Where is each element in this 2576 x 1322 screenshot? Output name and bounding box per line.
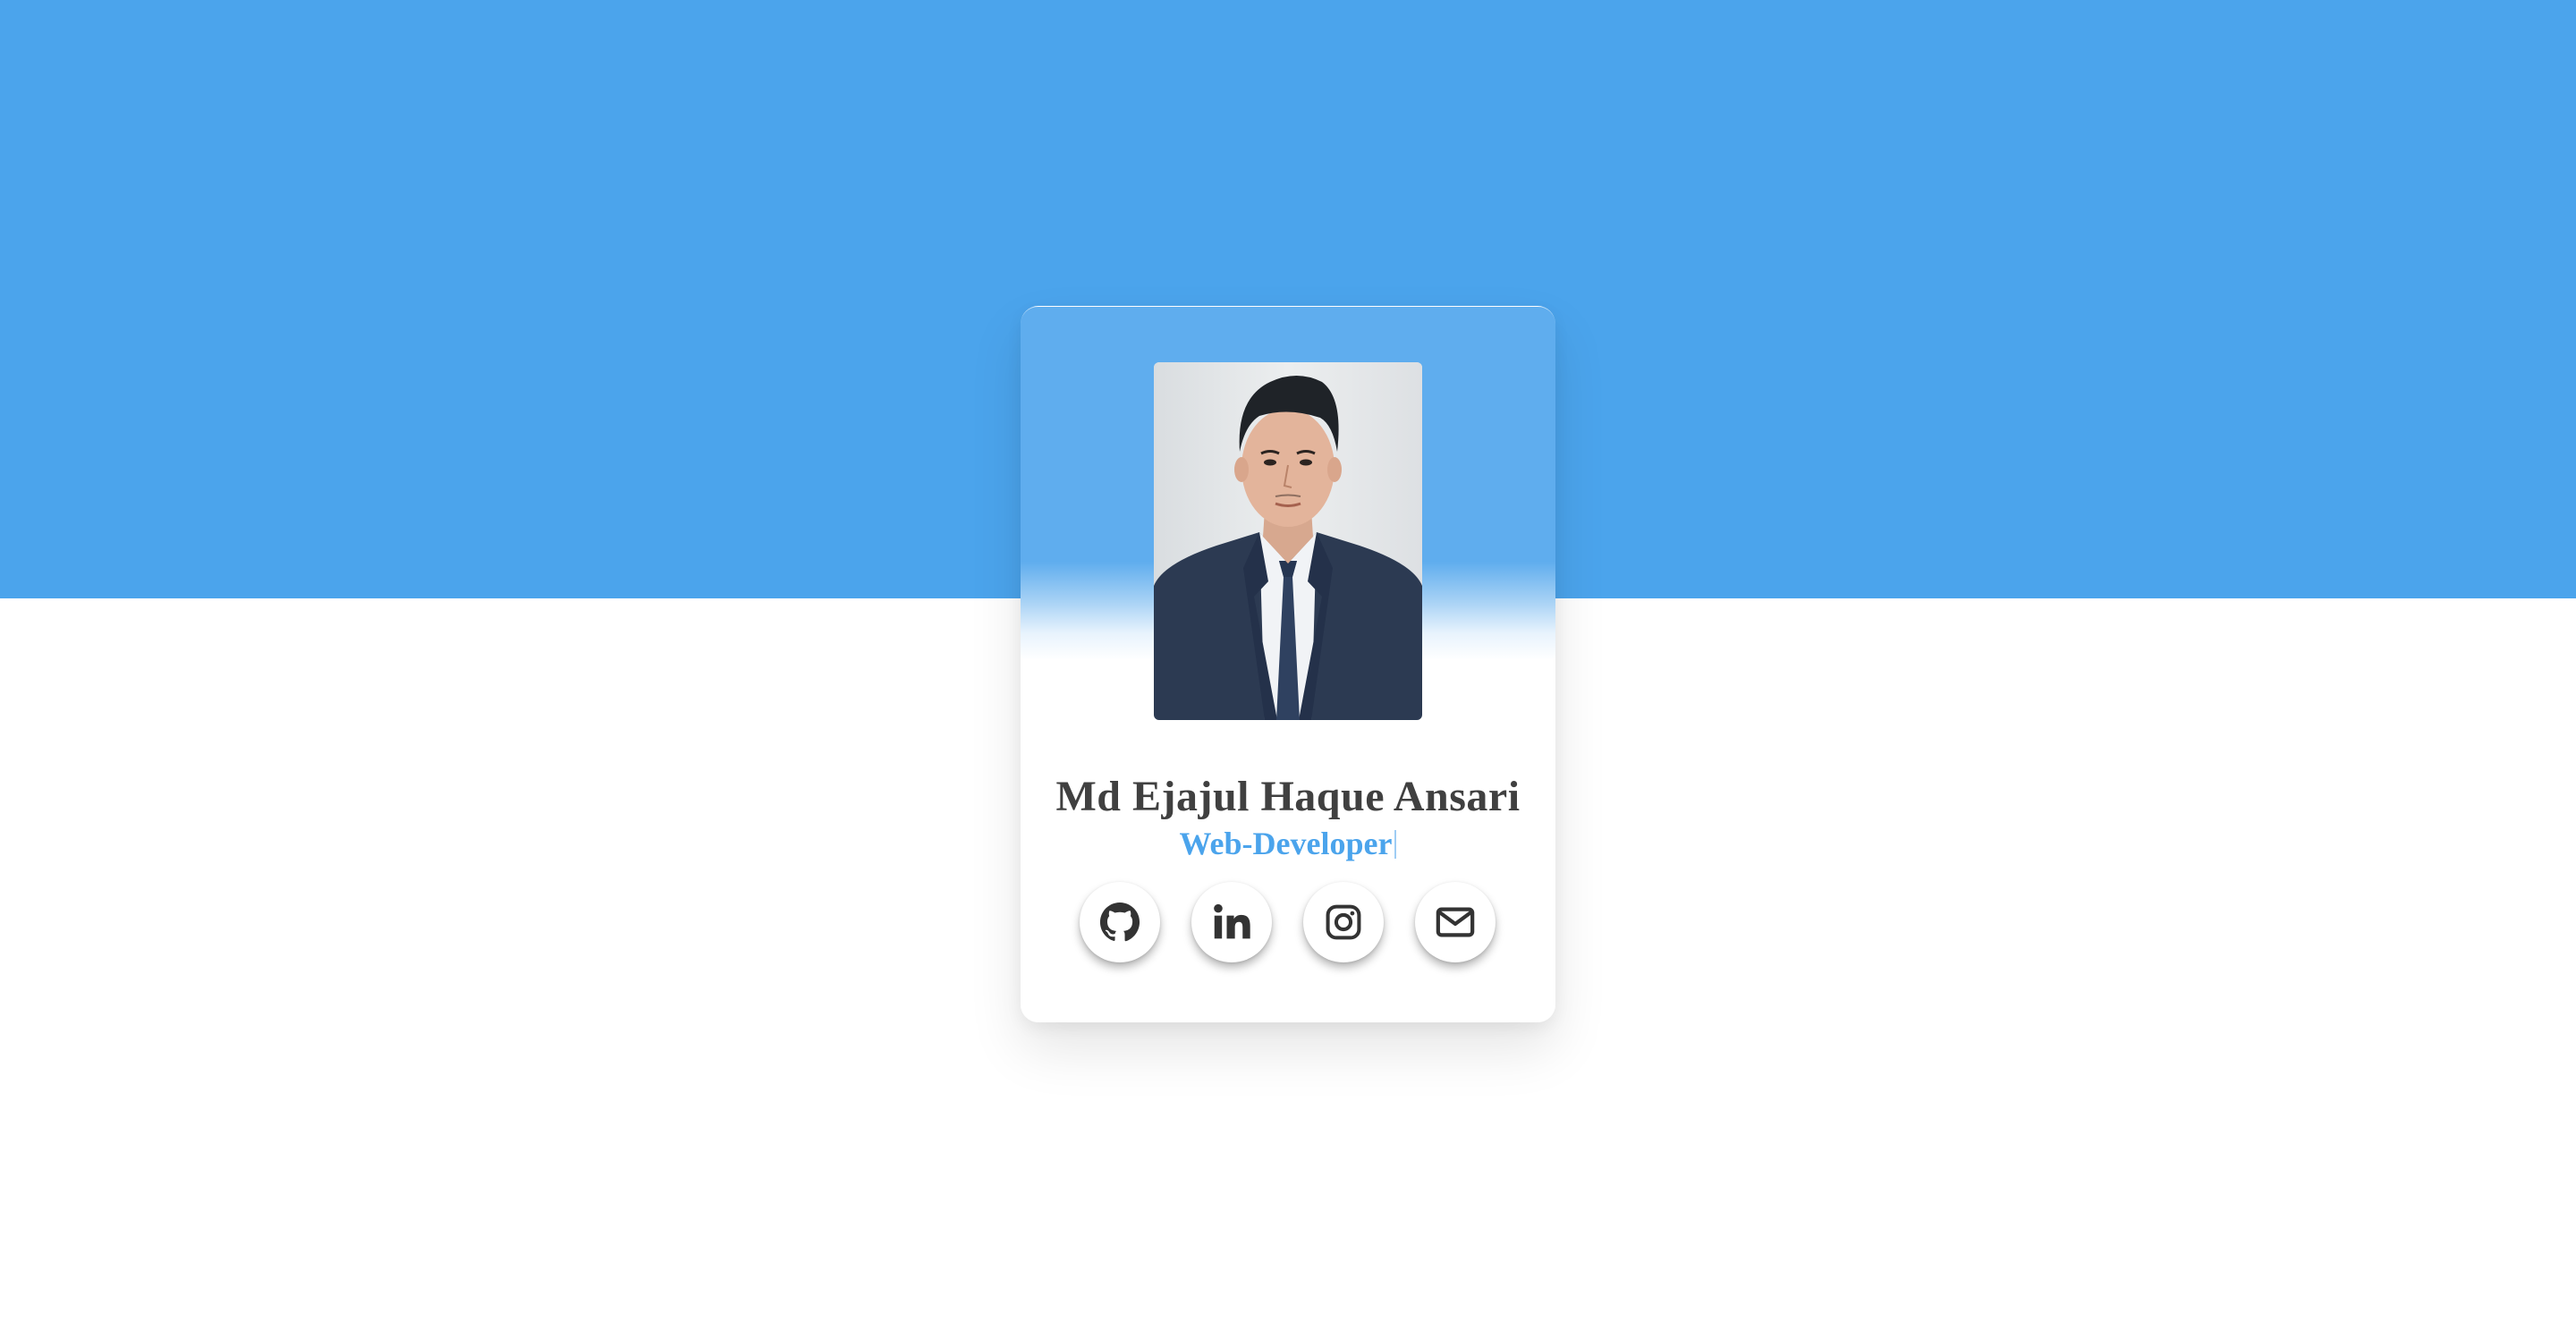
- github-icon: [1099, 902, 1140, 942]
- profile-role-text: Web-Developer: [1179, 826, 1393, 861]
- linkedin-icon: [1214, 903, 1250, 939]
- profile-card: Md Ejajul Haque Ansari Web-Developer: [1021, 306, 1555, 1022]
- instagram-button[interactable]: [1303, 882, 1384, 962]
- social-links: [1021, 882, 1555, 966]
- instagram-icon: [1326, 904, 1361, 940]
- linkedin-button[interactable]: [1191, 882, 1272, 962]
- typing-cursor: [1394, 830, 1397, 859]
- profile-name: Md Ejajul Haque Ansari: [1055, 773, 1521, 820]
- profile-role: Web-Developer: [1021, 826, 1555, 861]
- github-button[interactable]: [1080, 882, 1160, 962]
- email-button[interactable]: [1415, 882, 1496, 962]
- envelope-icon: [1436, 907, 1475, 937]
- profile-photo: [1154, 362, 1422, 720]
